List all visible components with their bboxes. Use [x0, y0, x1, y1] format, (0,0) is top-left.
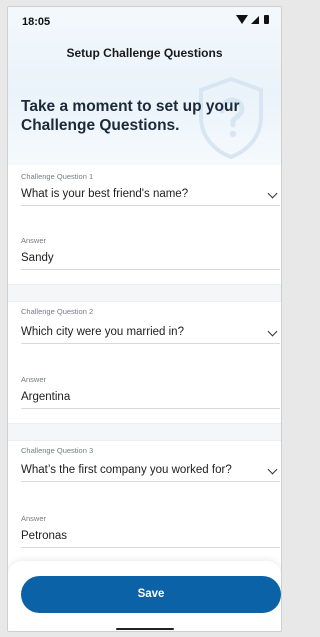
chevron-down-icon	[267, 188, 278, 199]
cell-signal-icon	[251, 15, 259, 24]
answer-1-value: Sandy	[21, 252, 54, 264]
question-2-select[interactable]: Which city were you married in?	[21, 326, 280, 344]
status-bar: 18:05	[8, 7, 281, 33]
battery-icon	[264, 15, 269, 24]
page-title: Setup Challenge Questions	[66, 46, 223, 60]
answer-1-label: Answer	[21, 236, 47, 245]
group-divider	[8, 284, 281, 302]
group-divider	[8, 423, 281, 441]
answer-1-field[interactable]: Sandy	[21, 252, 280, 270]
chevron-down-icon	[267, 326, 278, 337]
phone-screen: 18:05 Setup Challenge Questions Take a m…	[7, 6, 282, 632]
header-area: 18:05 Setup Challenge Questions Take a m…	[8, 7, 281, 165]
save-button[interactable]: Save	[21, 576, 281, 613]
question-1-label: Challenge Question 1	[21, 172, 94, 181]
question-2-label: Challenge Question 2	[21, 307, 94, 316]
status-time: 18:05	[22, 16, 51, 28]
chevron-down-icon	[267, 464, 278, 475]
question-3-value: What’s the first company you worked for?	[21, 464, 232, 476]
answer-2-value: Argentina	[21, 391, 71, 403]
intro-headline: Take a moment to set up your Challenge Q…	[21, 98, 240, 134]
question-3-label: Challenge Question 3	[21, 446, 94, 455]
question-3-select[interactable]: What’s the first company you worked for?	[21, 464, 280, 482]
wifi-icon	[236, 15, 248, 24]
bottom-action-panel: Save	[8, 561, 281, 631]
question-1-select[interactable]: What is your best friend's name?	[21, 188, 280, 206]
answer-2-field[interactable]: Argentina	[21, 391, 280, 409]
question-2-value: Which city were you married in?	[21, 326, 184, 338]
home-indicator[interactable]	[116, 628, 174, 630]
answer-3-value: Petronas	[21, 530, 68, 542]
answer-3-field[interactable]: Petronas	[21, 530, 280, 548]
question-1-value: What is your best friend's name?	[21, 188, 189, 200]
status-icons	[236, 15, 269, 24]
answer-3-label: Answer	[21, 514, 47, 523]
answer-2-label: Answer	[21, 375, 47, 384]
